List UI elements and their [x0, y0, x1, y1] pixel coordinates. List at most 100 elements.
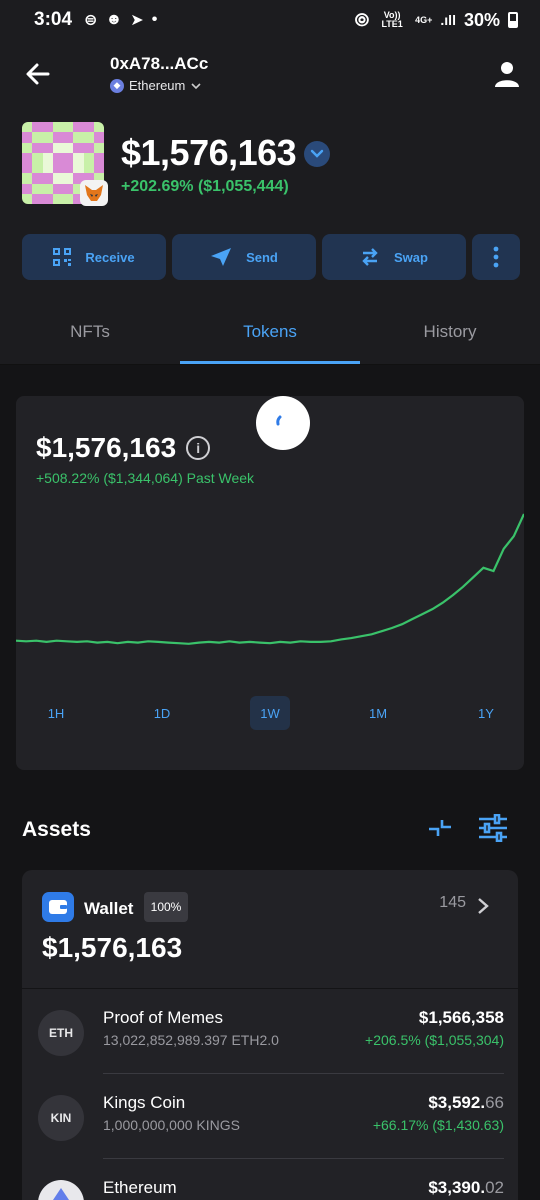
token-row[interactable]: Ethereum $3,390.02: [22, 1160, 518, 1200]
tab-tokens[interactable]: Tokens: [180, 300, 360, 364]
avatar-pixel: [32, 142, 43, 153]
tab-history[interactable]: History: [360, 300, 540, 364]
time-range-selector: 1H 1D 1W 1M 1Y: [16, 696, 524, 730]
avatar-pixel: [32, 152, 43, 163]
more-options-button[interactable]: [472, 234, 520, 280]
avatar-pixel: [73, 152, 84, 163]
token-value: $3,592.66: [428, 1093, 504, 1113]
info-icon[interactable]: i: [186, 436, 211, 460]
avatar-pixel: [22, 142, 33, 153]
token-row[interactable]: ETH Proof of Memes 13,022,852,989.397 ET…: [22, 990, 518, 1074]
token-value: $3,390.02: [428, 1178, 504, 1198]
avatar-pixel: [22, 193, 33, 204]
chart-value: $1,576,163 i: [36, 432, 211, 464]
token-amount: 13,022,852,989.397 ETH2.0: [103, 1032, 279, 1048]
avatar-pixel: [22, 163, 33, 174]
avatar-pixel: [42, 173, 53, 184]
token-row[interactable]: KIN Kings Coin 1,000,000,000 KINGS $3,59…: [22, 1075, 518, 1159]
avatar-pixel: [83, 132, 94, 143]
swap-button[interactable]: Swap: [322, 234, 466, 280]
token-change: +206.5% ($1,055,304): [365, 1032, 504, 1048]
action-buttons: Receive Send Swap: [22, 234, 520, 280]
wallet-label: Wallet: [84, 899, 134, 918]
range-1y[interactable]: 1Y: [466, 696, 506, 730]
receive-button[interactable]: Receive: [22, 234, 166, 280]
token-name: Kings Coin: [103, 1093, 186, 1112]
avatar-pixel: [32, 173, 43, 184]
wallet-divider: [22, 988, 518, 989]
row-divider: [103, 1158, 504, 1159]
avatar-pixel: [93, 122, 104, 133]
battery-percent: 30%: [463, 9, 500, 30]
token-value-main: $3,390.: [428, 1178, 486, 1197]
avatar-pixel: [32, 163, 43, 174]
battery-icon: [508, 12, 518, 28]
avatar-pixel: [63, 183, 74, 194]
avatar-pixel: [73, 142, 84, 153]
token-value-main: $1,566,358: [418, 1008, 504, 1027]
avatar-pixel: [93, 132, 104, 143]
ethereum-logo-icon: [38, 1180, 84, 1200]
wallet-header: 0xA78...ACc ◆ Ethereum: [0, 40, 540, 110]
qr-code-icon: [53, 248, 72, 266]
avatar-pixel: [42, 122, 53, 133]
range-1d[interactable]: 1D: [142, 696, 182, 730]
avatar-pixel: [42, 142, 53, 153]
avatar-pixel: [52, 152, 63, 163]
collapse-icon[interactable]: [428, 814, 452, 842]
range-1w[interactable]: 1W: [250, 696, 290, 730]
avatar-pixel: [32, 132, 43, 143]
avatar-pixel: [22, 152, 33, 163]
range-1m[interactable]: 1M: [358, 696, 398, 730]
avatar-pixel: [52, 173, 63, 184]
avatar-pixel: [63, 152, 74, 163]
network-selector[interactable]: ◆ Ethereum: [110, 78, 208, 93]
kebab-menu-icon: [493, 246, 499, 268]
avatar-pixel: [22, 132, 33, 143]
loading-spinner: [256, 396, 310, 450]
avatar-pixel: [42, 132, 53, 143]
notification-icons: ⊜ ☻ ➤ •: [84, 10, 157, 30]
avatar-pixel: [22, 183, 33, 194]
wallet-percent-badge: 100%: [144, 892, 188, 922]
discord-icon: ☻: [105, 11, 123, 28]
back-arrow-icon[interactable]: [22, 58, 54, 90]
hotspot-icon: ⦾: [354, 9, 370, 30]
balance-dropdown-icon[interactable]: [304, 141, 330, 167]
wallet-total: $1,576,163: [42, 932, 183, 963]
chart-value-text: $1,576,163: [36, 432, 177, 463]
avatar-pixel: [22, 122, 33, 133]
avatar-pixel: [42, 152, 53, 163]
metamask-fox-icon: [80, 180, 108, 206]
avatar-pixel: [83, 142, 94, 153]
account-selector[interactable]: 0xA78...ACc ◆ Ethereum: [110, 54, 208, 93]
telegram-icon: ➤: [130, 12, 144, 29]
avatar-pixel: [52, 183, 63, 194]
avatar-pixel: [42, 193, 53, 204]
volte-indicator: Vo)) LTE1: [381, 10, 403, 29]
token-value: $1,566,358: [419, 1008, 504, 1028]
token-amount: 1,000,000,000 KINGS: [103, 1117, 240, 1133]
avatar-pixel: [93, 142, 104, 153]
avatar-pixel: [73, 132, 84, 143]
chevron-right-icon[interactable]: [476, 896, 490, 916]
avatar-pixel: [83, 152, 94, 163]
range-1h[interactable]: 1H: [36, 696, 76, 730]
profile-icon[interactable]: [494, 60, 520, 88]
row-divider: [103, 1073, 504, 1074]
receive-label: Receive: [85, 249, 135, 265]
swap-label: Swap: [394, 249, 428, 265]
avatar-pixel: [63, 163, 74, 174]
chevron-down-icon: [191, 82, 201, 89]
avatar-pixel: [52, 193, 63, 204]
send-button[interactable]: Send: [172, 234, 316, 280]
tab-nfts[interactable]: NFTs: [0, 300, 180, 364]
avatar-pixel: [22, 173, 33, 184]
chart-change: +508.22% ($1,344,064) Past Week: [36, 470, 255, 486]
send-plane-icon: [211, 248, 232, 266]
avatar-pixel: [32, 193, 43, 204]
portfolio-line-chart[interactable]: [16, 506, 524, 676]
filter-sliders-icon[interactable]: [478, 814, 508, 842]
send-label: Send: [246, 249, 278, 265]
avatar-pixel: [63, 132, 74, 143]
